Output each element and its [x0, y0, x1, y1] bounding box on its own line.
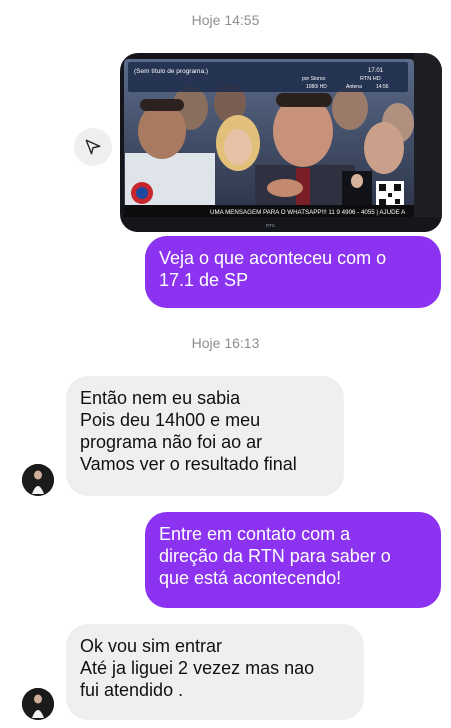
tv-channel-name: RTN HD [360, 76, 381, 82]
contact-avatar[interactable] [22, 464, 54, 496]
tv-clock: 14:56 [376, 84, 389, 90]
tv-brand: RTC [266, 223, 276, 228]
timestamp: Hoje 16:13 [191, 335, 260, 351]
message-bubble-incoming[interactable]: Ok vou sim entrar Até ja liguei 2 vezez … [66, 624, 364, 720]
shared-media-photo[interactable]: (Sem título de programa.) 17.01 RTN HD p… [120, 53, 442, 232]
tv-quality: 1080i HD [306, 84, 327, 90]
contact-avatar[interactable] [22, 688, 54, 720]
send-share-icon [85, 139, 101, 155]
tv-channel-number: 17.01 [368, 68, 384, 74]
tv-source: Antena [346, 84, 362, 90]
avatar-image [22, 464, 54, 496]
message-bubble-incoming[interactable]: Então nem eu sabia Pois deu 14h00 e meu … [66, 376, 344, 496]
avatar-image [22, 688, 54, 720]
message-bubble-outgoing[interactable]: Veja o que aconteceu com o 17.1 de SP [145, 236, 441, 308]
tv-ticker: UMA MENSAGEM PARA O WHATSAPP!!! 11 9 490… [210, 209, 406, 216]
share-button[interactable] [74, 128, 112, 166]
timestamp: Hoje 14:55 [191, 12, 260, 28]
tv-info-left: por Storoo [302, 76, 326, 82]
tv-photo-illustration: (Sem título de programa.) 17.01 RTN HD p… [120, 53, 442, 232]
message-bubble-outgoing[interactable]: Entre em contato com a direção da RTN pa… [145, 512, 441, 608]
tv-program-label: (Sem título de programa.) [134, 68, 208, 75]
